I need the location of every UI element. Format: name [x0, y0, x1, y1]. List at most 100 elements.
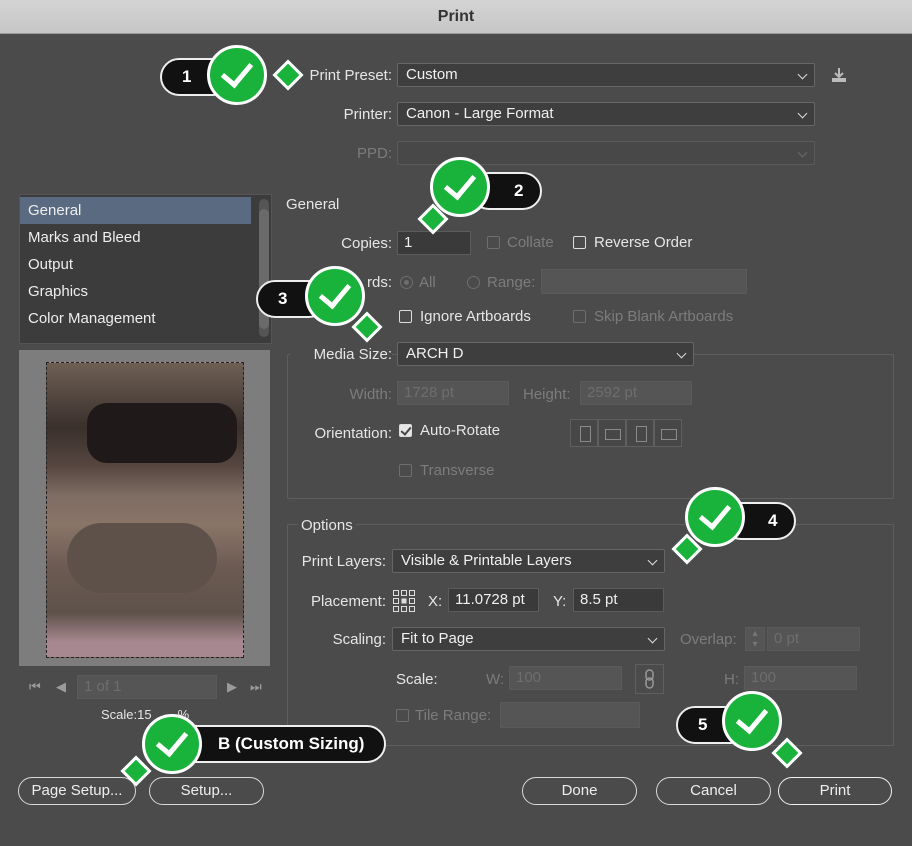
height-label: Height:	[523, 386, 571, 403]
annotation-5-number: 5	[698, 715, 708, 734]
skip-blank-label: Skip Blank Artboards	[594, 308, 734, 325]
annotation-2-check-icon	[430, 157, 490, 217]
printer-select[interactable]: Canon - Large Format	[397, 102, 815, 126]
sidebar-item-graphics[interactable]: Graphics	[20, 278, 271, 305]
collate-label: Collate	[507, 234, 554, 251]
reverse-order-checkbox[interactable]	[573, 236, 586, 249]
transverse-checkbox[interactable]	[399, 464, 412, 477]
chevron-down-icon	[647, 555, 658, 566]
transverse-label: Transverse	[420, 462, 495, 479]
annotation-b-check-icon	[142, 714, 202, 774]
print-preset-select[interactable]: Custom	[397, 63, 815, 87]
chevron-down-icon	[797, 108, 808, 119]
general-section-label: General	[286, 196, 340, 213]
done-button[interactable]: Done	[522, 777, 637, 805]
sidebar-item-color-management[interactable]: Color Management	[20, 305, 271, 332]
all-label: All	[419, 274, 436, 291]
chevron-down-icon	[797, 69, 808, 80]
x-input[interactable]: 11.0728 pt	[448, 588, 539, 612]
range-label: Range:	[487, 274, 536, 291]
x-label: X:	[428, 593, 443, 610]
auto-rotate-checkbox[interactable]	[399, 424, 412, 437]
height-input[interactable]: 2592 pt	[580, 381, 692, 405]
annotation-2-number: 2	[514, 181, 524, 200]
media-size-select[interactable]: ARCH D	[397, 342, 694, 366]
sidebar-item-general[interactable]: General	[20, 197, 251, 224]
last-page-icon[interactable]: ⏭	[250, 679, 262, 695]
placement-label: Placement:	[310, 593, 386, 610]
scaling-value: Fit to Page	[401, 630, 474, 647]
scale-h-label: H:	[724, 671, 739, 688]
collate-checkbox[interactable]	[487, 236, 500, 249]
first-page-icon[interactable]: ⏮	[29, 679, 41, 695]
annotation-3-number: 3	[278, 289, 288, 308]
print-preview	[19, 350, 270, 666]
sidebar-item-output[interactable]: Output	[20, 251, 271, 278]
all-radio[interactable]	[400, 276, 413, 289]
media-size-value: ARCH D	[406, 345, 464, 362]
page-number-field[interactable]: 1 of 1	[77, 675, 217, 699]
copies-input[interactable]: 1	[397, 231, 471, 255]
annotation-4-check-icon	[685, 487, 745, 547]
copies-label: Copies:	[341, 235, 392, 252]
scale-h-input[interactable]: 100	[744, 666, 857, 690]
link-icon[interactable]	[635, 664, 664, 694]
reverse-order-label: Reverse Order	[594, 234, 693, 251]
print-layers-value: Visible & Printable Layers	[401, 552, 572, 569]
orientation-buttons	[570, 419, 692, 447]
setup-button[interactable]: Setup...	[149, 777, 264, 805]
scaling-select[interactable]: Fit to Page	[392, 627, 665, 651]
annotation-3-check-icon	[305, 266, 365, 326]
orientation-label: Orientation:	[314, 425, 392, 442]
y-input[interactable]: 8.5 pt	[573, 588, 664, 612]
cancel-button[interactable]: Cancel	[656, 777, 771, 805]
next-page-icon[interactable]: ▶	[227, 679, 237, 695]
flipped-portrait-icon[interactable]	[626, 419, 654, 447]
y-label: Y:	[553, 593, 567, 610]
auto-rotate-label: Auto-Rotate	[420, 422, 501, 439]
portrait-icon[interactable]	[570, 419, 598, 447]
landscape-icon[interactable]	[598, 419, 626, 447]
print-layers-select[interactable]: Visible & Printable Layers	[392, 549, 665, 573]
page-setup-button[interactable]: Page Setup...	[18, 777, 136, 805]
printer-label: Printer:	[343, 106, 392, 123]
preview-cat-shape	[67, 523, 217, 593]
chevron-down-icon	[647, 633, 658, 644]
annotation-5-check-icon	[722, 691, 782, 751]
print-button[interactable]: Print	[778, 777, 892, 805]
overlap-stepper[interactable]: ▴ ▾	[745, 627, 765, 651]
tile-range-input[interactable]	[500, 702, 640, 728]
preview-scale-text: Scale:15	[101, 707, 152, 722]
scaling-label: Scaling:	[332, 631, 386, 648]
annotation-4-number: 4	[768, 511, 778, 530]
flipped-landscape-icon[interactable]	[654, 419, 682, 447]
printer-value: Canon - Large Format	[406, 105, 554, 122]
options-section-label: Options	[298, 517, 356, 534]
skip-blank-checkbox[interactable]	[573, 310, 586, 323]
overlap-input[interactable]: 0 pt	[767, 627, 860, 651]
tile-range-label: Tile Range:	[415, 707, 492, 724]
annotation-1-number: 1	[182, 67, 192, 86]
scale-label: Scale:	[396, 671, 438, 688]
prev-page-icon[interactable]: ◀	[56, 679, 66, 695]
print-preset-value: Custom	[406, 66, 458, 83]
chevron-down-icon	[797, 147, 808, 158]
tile-range-checkbox[interactable]	[396, 709, 409, 722]
page-navigator: ⏮ ◀ 1 of 1 ▶ ⏭	[19, 674, 270, 700]
range-input[interactable]	[541, 269, 747, 294]
window-title: Print	[437, 8, 475, 25]
width-label: Width:	[349, 386, 392, 403]
category-list[interactable]: General Marks and Bleed Output Graphics …	[19, 194, 272, 344]
preview-image	[46, 362, 244, 658]
placement-grid-icon[interactable]	[392, 589, 416, 613]
width-input[interactable]: 1728 pt	[397, 381, 509, 405]
scale-w-input[interactable]: 100	[509, 666, 622, 690]
annotation-1-pointer	[272, 59, 304, 91]
annotation-b-label: B (Custom Sizing)	[218, 734, 365, 753]
scale-w-label: W:	[486, 671, 505, 688]
ignore-artboards-label: Ignore Artboards	[420, 308, 531, 325]
range-radio[interactable]	[467, 276, 480, 289]
sidebar-item-marks-and-bleed[interactable]: Marks and Bleed	[20, 224, 271, 251]
ignore-artboards-checkbox[interactable]	[399, 310, 412, 323]
save-preset-icon[interactable]	[829, 66, 849, 84]
